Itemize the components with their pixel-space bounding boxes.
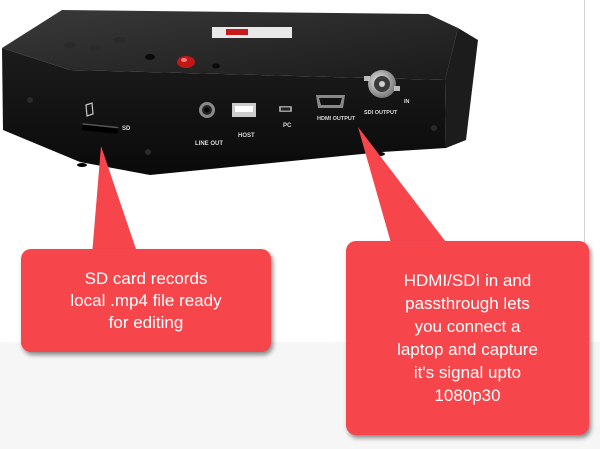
label-sdi-output: SDI OUTPUT [364, 110, 398, 116]
device-label-sticker [212, 27, 292, 38]
label-hdmi-output: HDMI OUTPUT [317, 116, 356, 122]
hdmi-sdi-callout: HDMI/SDI in and passthrough lets you con… [346, 241, 589, 435]
label-host: HOST [238, 133, 255, 139]
record-button [177, 56, 195, 68]
sd-card-callout: SD card records local .mp4 file ready fo… [21, 249, 271, 352]
label-in: IN [404, 99, 410, 105]
label-sd: SD [122, 126, 131, 132]
label-pc: PC [283, 123, 292, 129]
label-line-out: LINE OUT [195, 141, 223, 147]
